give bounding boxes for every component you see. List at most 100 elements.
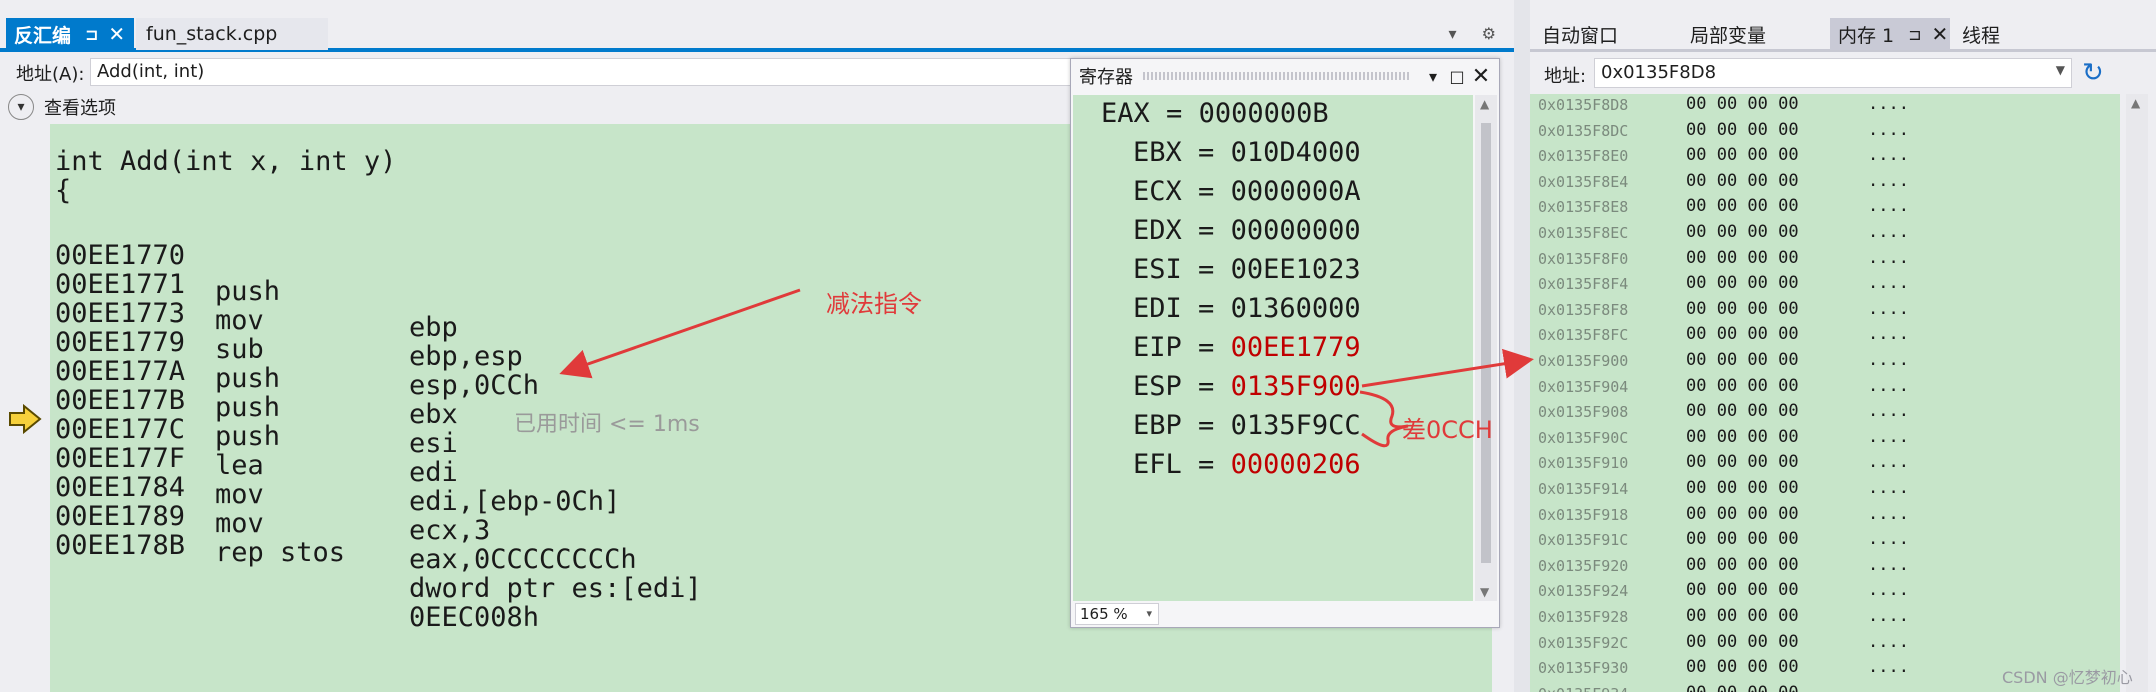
memory-row-address: 0x0135F900	[1538, 352, 1629, 370]
memory-row-address: 0x0135F8E0	[1538, 147, 1629, 166]
instruction-row[interactable]: 00EE178B 0EEC008h	[55, 492, 539, 633]
memory-row-address: 0x0135F8E4	[1538, 172, 1629, 191]
view-options-toggle[interactable]: ▾ 查看选项	[8, 92, 116, 122]
memory-row[interactable]: 0x0135F920 00 00 00 00....	[1538, 553, 1909, 579]
memory-row[interactable]: 0x0135F8EC 00 00 00 00....	[1538, 220, 1909, 246]
memory-row[interactable]: 0x0135F91C 00 00 00 00....	[1538, 527, 1909, 553]
memory-row-bytes: 00 00 00 00	[1686, 503, 1799, 524]
tab-disassembly[interactable]: 反汇编 ⊐ ✕	[6, 18, 134, 50]
memory-row-bytes: 00 00 00 00	[1686, 196, 1799, 217]
memory-row[interactable]: 0x0135F8F0 00 00 00 00....	[1538, 246, 1909, 272]
memory-row-bytes: 00 00 00 00	[1686, 375, 1799, 396]
chevron-down-icon[interactable]: ▼	[2056, 63, 2065, 77]
memory-row[interactable]: 0x0135F914 00 00 00 00....	[1538, 476, 1909, 502]
memory-row[interactable]: 0x0135F8F8 00 00 00 00....	[1538, 297, 1909, 323]
memory-row-bytes: 00 00 00 00	[1686, 426, 1799, 447]
memory-row-ascii: ....	[1868, 298, 1909, 319]
memory-address-input[interactable]: 0x0135F8D8 ▼	[1594, 58, 2072, 88]
register-row[interactable]: ESI = 00EE1023	[1133, 251, 1361, 289]
address-input[interactable]: Add(int, int)	[90, 58, 1080, 86]
tab-threads[interactable]: 线程	[1962, 18, 2000, 50]
register-row[interactable]: EDI = 01360000	[1133, 290, 1361, 328]
memory-row-bytes: 00 00 00 00	[1686, 452, 1799, 473]
scroll-thumb[interactable]	[1481, 123, 1491, 563]
memory-row[interactable]: 0x0135F904 00 00 00 00....	[1538, 374, 1909, 400]
tab-locals[interactable]: 局部变量	[1690, 18, 1766, 50]
drag-grip[interactable]	[1143, 72, 1411, 80]
close-icon[interactable]: ✕	[1469, 64, 1493, 89]
memory-address-label: 地址:	[1544, 66, 1587, 87]
memory-row-bytes: 00 00 00 00	[1686, 324, 1799, 345]
scroll-up-icon[interactable]: ▲	[2131, 96, 2140, 110]
refresh-icon[interactable]: ↻	[2082, 58, 2104, 88]
zoom-level-select[interactable]: 165 % ▾	[1075, 603, 1159, 625]
pin-icon[interactable]: ⊐	[1908, 25, 1921, 44]
registers-title-bar[interactable]: 寄存器 ▾ □ ✕	[1071, 59, 1499, 93]
register-value: 0000000A	[1230, 176, 1361, 207]
memory-row[interactable]: 0x0135F910 00 00 00 00....	[1538, 450, 1909, 476]
register-name: EAX	[1101, 98, 1150, 129]
memory-row-bytes: 00 00 00 00	[1686, 170, 1799, 191]
memory-row[interactable]: 0x0135F924 00 00 00 00....	[1538, 578, 1909, 604]
register-row[interactable]: ECX = 0000000A	[1133, 173, 1361, 211]
memory-row-address: 0x0135F924	[1538, 582, 1629, 601]
memory-row-ascii: ....	[1868, 222, 1909, 242]
memory-row[interactable]: 0x0135F928 00 00 00 00....	[1538, 604, 1909, 630]
memory-row-bytes: 00 00 00 00	[1686, 119, 1799, 140]
memory-row[interactable]: 0x0135F8E8 00 00 00 00....	[1538, 194, 1909, 220]
register-row[interactable]: EFL = 00000206	[1133, 446, 1361, 484]
memory-row-bytes: 00 00 00 00	[1686, 222, 1799, 242]
memory-row[interactable]: 0x0135F930 00 00 00 00....	[1538, 655, 1909, 681]
tab-fun-stack-cpp[interactable]: fun_stack.cpp	[136, 18, 328, 50]
register-row[interactable]: EBX = 010D4000	[1133, 134, 1361, 172]
memory-row-address: 0x0135F8DC	[1538, 121, 1629, 140]
register-value: 01360000	[1230, 293, 1361, 324]
memory-row[interactable]: 0x0135F934 00 00 00 00....	[1538, 681, 1909, 692]
scroll-down-icon[interactable]: ▼	[1480, 585, 1489, 599]
memory-row-ascii: ....	[1868, 196, 1909, 217]
register-row[interactable]: EDX = 00000000	[1133, 212, 1361, 250]
registers-list[interactable]: EAX = 0000000B EBX = 010D4000 ECX = 0000…	[1073, 95, 1473, 601]
memory-row-ascii: ....	[1868, 324, 1909, 345]
register-row[interactable]: EAX = 0000000B	[1101, 95, 1329, 133]
tab-overflow-gear-icon[interactable]: ▾ ⚙	[1449, 24, 1506, 43]
register-value-changed: 00000206	[1230, 449, 1361, 480]
memory-row-bytes: 00 00 00 00	[1686, 145, 1799, 166]
memory-row[interactable]: 0x0135F8FC 00 00 00 00....	[1538, 322, 1909, 348]
register-row[interactable]: EIP = 00EE1779	[1133, 329, 1361, 367]
memory-row[interactable]: 0x0135F90C 00 00 00 00....	[1538, 425, 1909, 451]
registers-window[interactable]: 寄存器 ▾ □ ✕ EAX = 0000000B EBX = 010D4000 …	[1070, 58, 1500, 628]
memory-row[interactable]: 0x0135F8F4 00 00 00 00....	[1538, 271, 1909, 297]
memory-row[interactable]: 0x0135F8E0 00 00 00 00....	[1538, 143, 1909, 169]
window-menu-icon[interactable]: ▾	[1421, 67, 1445, 86]
register-row[interactable]: ESP = 0135F900	[1133, 368, 1361, 406]
memory-row[interactable]: 0x0135F900 00 00 00 00....	[1538, 348, 1909, 374]
memory-row[interactable]: 0x0135F92C 00 00 00 00....	[1538, 630, 1909, 656]
memory-row-bytes: 00 00 00 00	[1686, 94, 1799, 114]
registers-scrollbar[interactable]: ▲ ▼	[1475, 95, 1497, 601]
memory-row-address: 0x0135F92C	[1538, 633, 1629, 652]
scroll-up-icon[interactable]: ▲	[1480, 97, 1489, 111]
close-icon[interactable]: ✕	[108, 22, 125, 46]
memory-row[interactable]: 0x0135F8DC 00 00 00 00....	[1538, 118, 1909, 144]
memory-row[interactable]: 0x0135F908 00 00 00 00....	[1538, 399, 1909, 425]
memory-scrollbar[interactable]: ▲	[2126, 94, 2148, 692]
memory-row-ascii: ....	[1868, 554, 1909, 575]
memory-row-ascii: ....	[1868, 606, 1909, 626]
maximize-icon[interactable]: □	[1445, 67, 1469, 86]
memory-row[interactable]: 0x0135F8D8 00 00 00 00....	[1538, 92, 1909, 118]
tab-autos[interactable]: 自动窗口	[1542, 18, 1618, 50]
register-row[interactable]: EBP = 0135F9CC	[1133, 407, 1361, 445]
close-icon[interactable]: ✕	[1932, 22, 1949, 46]
memory-row[interactable]: 0x0135F8E4 00 00 00 00....	[1538, 169, 1909, 195]
tab-memory-1[interactable]: 内存 1 ⊐ ✕	[1830, 18, 1950, 50]
memory-row-bytes: 00 00 00 00	[1686, 247, 1799, 268]
memory-row-address: 0x0135F8F4	[1538, 275, 1629, 294]
memory-row[interactable]: 0x0135F918 00 00 00 00....	[1538, 502, 1909, 528]
memory-row-address: 0x0135F930	[1538, 659, 1629, 678]
chevron-down-icon[interactable]: ▾	[8, 94, 34, 120]
pane-splitter[interactable]	[1514, 0, 1530, 692]
memory-row-bytes: 00 00 00 00	[1686, 580, 1799, 601]
memory-row-ascii: ....	[1868, 452, 1909, 473]
pin-icon[interactable]: ⊐	[85, 25, 98, 44]
